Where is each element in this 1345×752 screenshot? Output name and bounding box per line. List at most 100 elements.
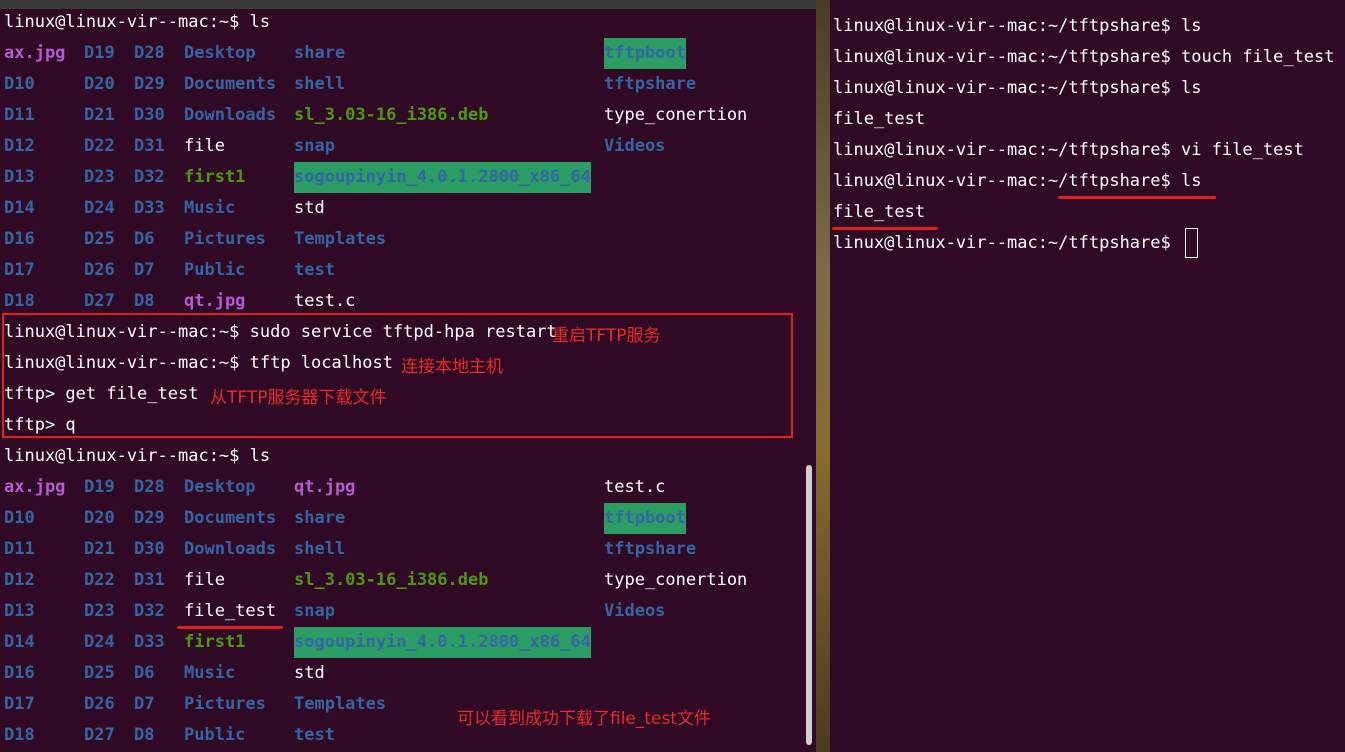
ls-entry: D7 [134, 260, 155, 280]
ls-entry: share [294, 508, 346, 528]
ls-entry: D13 [4, 167, 35, 187]
cmd-quit-line: tftp> q [4, 415, 76, 435]
right-line-3: linux@linux-vir--mac:~/tftpshare$ ls [833, 78, 1202, 98]
ls-entry: D27 [84, 725, 115, 745]
ls-entry: D6 [134, 229, 155, 249]
ls-entry: sogoupinyin_4.0.1.2800_x86_64 [294, 162, 591, 193]
ls-entry: std [294, 663, 325, 683]
ls-entry: ax.jpg [4, 43, 66, 63]
ls-entry: D33 [134, 198, 165, 218]
ls-entry: Documents [184, 508, 277, 528]
ls-entry: sl_3.03-16_i386.deb [294, 570, 489, 590]
ls-entry: D24 [84, 198, 115, 218]
ls-entry: D11 [4, 539, 35, 559]
right-line-6: linux@linux-vir--mac:~/tftpshare$ ls [833, 171, 1202, 191]
ls-entry: D16 [4, 663, 35, 683]
ls-entry: D30 [134, 539, 165, 559]
ls-entry: Pictures [184, 229, 266, 249]
ls-entry: test [294, 725, 335, 745]
file-test-underline [177, 626, 283, 629]
scrollbar-thumb[interactable] [806, 465, 812, 745]
ls-entry: D12 [4, 136, 35, 156]
ls-entry: std [294, 198, 325, 218]
ls-entry: Videos [604, 601, 666, 621]
ls-entry: Desktop [184, 477, 256, 497]
ls-entry: type_conertion [604, 570, 748, 590]
ls-entry: shell [294, 74, 346, 94]
ls-entry: D23 [84, 167, 115, 187]
ls-entry: Music [184, 663, 236, 683]
ls-entry: D22 [84, 136, 115, 156]
ls-entry: tftpboot [604, 38, 686, 69]
ls-entry: Videos [604, 136, 666, 156]
ls-entry: first1 [184, 167, 246, 187]
ls-entry: D12 [4, 570, 35, 590]
ls-entry: tftpboot [604, 503, 686, 534]
ls-entry: Documents [184, 74, 277, 94]
ls-entry: Templates [294, 694, 387, 714]
cmd-tftp-line: linux@linux-vir--mac:~$ tftp localhost [4, 353, 393, 373]
ls-entry: share [294, 43, 346, 63]
ls-entry: D28 [134, 43, 165, 63]
window-divider [816, 0, 830, 752]
ls-entry: D29 [134, 508, 165, 528]
ls-entry: D8 [134, 725, 155, 745]
ls-entry: D23 [84, 601, 115, 621]
ls-entry: tftpshare [604, 539, 697, 559]
text-cursor [1185, 228, 1198, 258]
cmd-get-line: tftp> get file_test [4, 384, 199, 404]
ls-entry: D17 [4, 694, 35, 714]
ls-entry: D26 [84, 694, 115, 714]
ls-entry: Templates [294, 229, 387, 249]
left-terminal[interactable]: linux@linux-vir--mac:~$ ls ax.jpg D19 D28 D… [0, 0, 816, 752]
ls-entry: Pictures [184, 694, 266, 714]
ls-entry: file [184, 136, 225, 156]
ls-entry: D25 [84, 229, 115, 249]
ls-entry: D26 [84, 260, 115, 280]
ls-entry: D11 [4, 105, 35, 125]
right-prompt-current[interactable]: linux@linux-vir--mac:~/tftpshare$ [833, 228, 1198, 259]
ls-entry: snap [294, 601, 335, 621]
ls-entry: D10 [4, 508, 35, 528]
ls-entry: D14 [4, 632, 35, 652]
ls-entry: tftpshare [604, 74, 697, 94]
ls-entry: D31 [134, 570, 165, 590]
ls-entry: D7 [134, 694, 155, 714]
right-terminal[interactable]: linux@linux-vir--mac:~/tftpshare$ ls lin… [830, 0, 1345, 752]
ls-entry: D18 [4, 725, 35, 745]
ls-entry: D13 [4, 601, 35, 621]
note-get: 从TFTP服务器下载文件 [210, 388, 387, 408]
ls-entry: shell [294, 539, 346, 559]
ls-entry: D25 [84, 663, 115, 683]
ls-entry: Public [184, 260, 246, 280]
note-restart: 重启TFTP服务 [552, 326, 661, 346]
ls-entry: D24 [84, 632, 115, 652]
ls-entry: test [294, 260, 335, 280]
cmd-restart-line: linux@linux-vir--mac:~$ sudo service tft… [4, 322, 557, 342]
ls-entry: snap [294, 136, 335, 156]
ls-entry: D29 [134, 74, 165, 94]
prompt-line-2: linux@linux-vir--mac:~$ ls [4, 446, 271, 466]
ls-entry: D17 [4, 260, 35, 280]
note-success: 可以看到成功下载了file_test文件 [457, 709, 712, 729]
ls-entry: D33 [134, 632, 165, 652]
ls-entry: D22 [84, 570, 115, 590]
ls-entry: D16 [4, 229, 35, 249]
ls-entry: sl_3.03-16_i386.deb [294, 105, 489, 125]
ls-entry: D10 [4, 74, 35, 94]
note-connect: 连接本地主机 [401, 357, 503, 377]
prompt-underline [1058, 196, 1216, 199]
ls-entry: Desktop [184, 43, 256, 63]
ls-entry: D20 [84, 508, 115, 528]
ls-entry: file_test [184, 601, 277, 621]
right-line-7: file_test [833, 202, 926, 222]
ls-entry: D32 [134, 167, 165, 187]
ls-entry: D31 [134, 136, 165, 156]
ls-entry: D20 [84, 74, 115, 94]
ls-entry: D21 [84, 105, 115, 125]
right-line-4: file_test [833, 109, 926, 129]
ls-entry: type_conertion [604, 105, 748, 125]
ls-entry: D14 [4, 198, 35, 218]
ls-entry: D19 [84, 43, 115, 63]
right-line-5: linux@linux-vir--mac:~/tftpshare$ vi fil… [833, 140, 1304, 160]
